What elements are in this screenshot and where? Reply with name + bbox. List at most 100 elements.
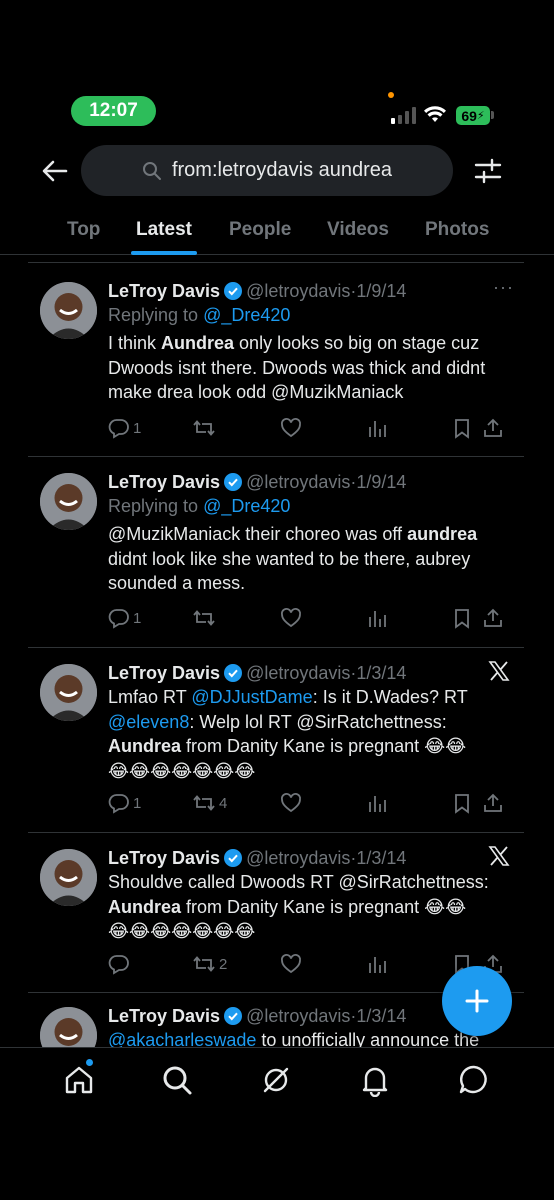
search-icon — [142, 161, 161, 180]
heart-icon — [281, 418, 301, 438]
verified-badge-icon — [224, 473, 243, 491]
like-button[interactable] — [280, 417, 305, 439]
x-logo-icon — [488, 661, 510, 681]
share-button[interactable] — [482, 607, 504, 629]
views-icon — [369, 796, 386, 812]
reply-button[interactable] — [108, 953, 133, 975]
emoji: 😂😂 — [424, 736, 467, 756]
bookmark-button[interactable] — [451, 792, 473, 814]
bookmark-button[interactable] — [451, 417, 473, 439]
tweet-date[interactable]: 1/9/14 — [356, 281, 406, 301]
search-input[interactable]: from:letroydavis aundrea — [81, 145, 453, 196]
avatar[interactable] — [40, 473, 97, 530]
mention-link[interactable]: @DJJustDame — [191, 687, 312, 707]
nav-grok[interactable] — [259, 1063, 295, 1099]
tweet[interactable]: LeTroy Davis @letroydavis·1/3/14 Shouldve… — [28, 832, 524, 992]
reply-count: 1 — [133, 609, 142, 627]
text-part: Lmfao RT — [108, 687, 192, 707]
x-logo-icon — [488, 846, 510, 866]
reply-button[interactable]: 1 — [108, 417, 141, 439]
text-part: didnt look like she wanted to be there, … — [108, 548, 471, 594]
search-tabs: Top Latest People Videos Photos — [0, 205, 554, 255]
bottom-navigation — [0, 1047, 554, 1200]
reply-context: Replying to @_Dre420 — [108, 303, 518, 327]
retweet-button[interactable] — [192, 417, 219, 439]
mention-link[interactable]: @eleven8 — [108, 712, 189, 732]
retweet-count: 4 — [219, 794, 228, 812]
author-handle[interactable]: @letroydavis — [246, 472, 350, 492]
reply-button[interactable]: 1 — [108, 607, 141, 629]
views-button[interactable] — [366, 607, 388, 629]
share-button[interactable] — [482, 417, 504, 439]
tab-videos[interactable]: Videos — [327, 205, 389, 255]
tab-photos[interactable]: Photos — [425, 205, 489, 255]
author-name[interactable]: LeTroy Davis — [108, 663, 220, 683]
like-button[interactable] — [280, 792, 305, 814]
tweet-date[interactable]: 1/3/14 — [356, 1006, 406, 1026]
share-button[interactable] — [482, 792, 504, 814]
reply-icon — [108, 794, 129, 814]
text-part: @MuzikManiack their choreo was off — [108, 524, 408, 544]
retweet-button[interactable]: 4 — [192, 792, 227, 814]
retweet-button[interactable] — [192, 607, 219, 629]
tab-label: Top — [67, 219, 101, 240]
tweet[interactable]: LeTroy Davis @letroydavis·1/9/14 Replying… — [28, 262, 524, 456]
retweet-count: 2 — [219, 955, 228, 973]
share-icon — [484, 793, 502, 812]
reply-mention-link[interactable]: @_Dre420 — [203, 496, 290, 516]
reply-count: 1 — [133, 794, 142, 812]
search-query: from:letroydavis aundrea — [171, 159, 393, 181]
like-button[interactable] — [280, 607, 305, 629]
reply-context: Replying to @_Dre420 — [108, 494, 518, 518]
tweet-date[interactable]: 1/3/14 — [356, 663, 406, 683]
like-button[interactable] — [280, 953, 305, 975]
tweet-text: I think Aundrea only looks so big on sta… — [108, 331, 518, 405]
reply-mention-link[interactable]: @_Dre420 — [203, 305, 290, 325]
tweet[interactable]: LeTroy Davis @letroydavis·1/9/14 Replying… — [28, 456, 524, 647]
tab-top[interactable]: Top — [67, 205, 100, 255]
nav-home[interactable] — [62, 1063, 98, 1099]
author-handle[interactable]: @letroydavis — [246, 1006, 350, 1026]
nav-search[interactable] — [160, 1063, 196, 1099]
tweet-text: @akacharleswade to unofficially announce… — [108, 1028, 518, 1047]
views-icon — [369, 611, 386, 627]
views-button[interactable] — [366, 792, 388, 814]
tweet[interactable]: LeTroy Davis @letroydavis·1/3/14 Lmfao RT… — [28, 647, 524, 832]
reply-prefix: Replying to — [108, 496, 204, 516]
avatar[interactable] — [40, 282, 97, 339]
nav-messages[interactable] — [457, 1063, 493, 1099]
bookmark-icon — [455, 609, 469, 629]
views-button[interactable] — [366, 953, 388, 975]
mention-link[interactable]: @akacharleswade — [108, 1030, 256, 1047]
avatar[interactable] — [40, 1007, 97, 1047]
more-dots-icon[interactable]: ··· — [493, 277, 514, 298]
author-handle[interactable]: @letroydavis — [246, 848, 350, 868]
text-part: from Danity Kane is pregnant — [181, 896, 425, 917]
author-name[interactable]: LeTroy Davis — [108, 848, 220, 868]
heart-icon — [281, 954, 301, 974]
views-button[interactable] — [366, 417, 388, 439]
battery-tip — [491, 111, 494, 119]
tab-latest[interactable]: Latest — [131, 205, 197, 255]
author-name[interactable]: LeTroy Davis — [108, 1006, 220, 1026]
reply-prefix: Replying to — [108, 305, 204, 325]
battery-indicator: 69 ⚡ — [456, 106, 490, 125]
author-name[interactable]: LeTroy Davis — [108, 472, 220, 492]
tab-label: Photos — [425, 219, 490, 240]
retweet-button[interactable]: 2 — [192, 953, 227, 975]
bookmark-button[interactable] — [451, 607, 473, 629]
retweet-icon — [193, 956, 215, 972]
author-handle[interactable]: @letroydavis — [246, 663, 350, 683]
arrow-left-icon[interactable] — [40, 156, 70, 186]
compose-button[interactable] — [442, 966, 512, 1036]
avatar[interactable] — [40, 664, 97, 721]
tab-people[interactable]: People — [229, 205, 291, 255]
filter-sliders-icon[interactable] — [472, 155, 504, 187]
tweet-date[interactable]: 1/9/14 — [356, 472, 406, 492]
nav-notifications[interactable] — [358, 1063, 394, 1099]
tweet-date[interactable]: 1/3/14 — [356, 848, 406, 868]
author-name[interactable]: LeTroy Davis — [108, 281, 220, 301]
avatar[interactable] — [40, 849, 97, 906]
author-handle[interactable]: @letroydavis — [246, 281, 350, 301]
reply-button[interactable]: 1 — [108, 792, 141, 814]
